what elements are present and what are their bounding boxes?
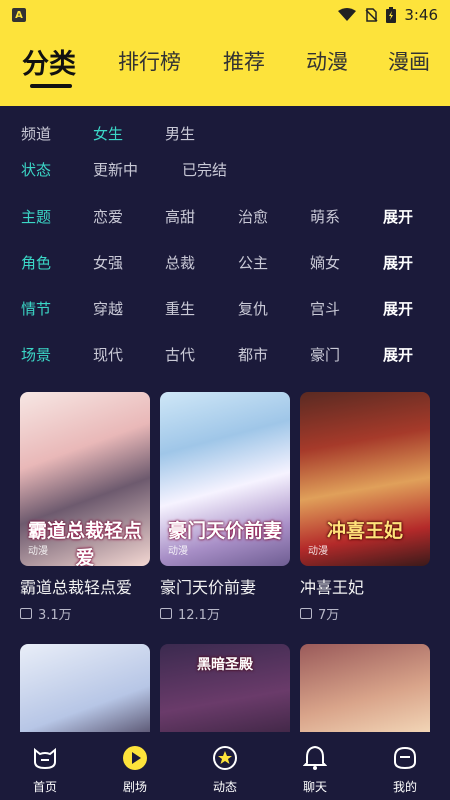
filter-label-state: 状态 [21, 161, 52, 179]
nav-label: 我的 [392, 780, 417, 794]
comic-count: 12.1万 [178, 608, 220, 623]
comment-icon [160, 608, 172, 619]
comic-card[interactable]: 豪门天价前妻 动漫 豪门天价前妻 12.1万 [160, 392, 292, 623]
filter-label-plot: 情节 [21, 300, 52, 318]
cover-title-text: 黑暗圣殿 [197, 657, 253, 673]
comic-title[interactable]: 冲喜王妃 [300, 574, 432, 598]
filter-option[interactable]: 公主 [238, 252, 268, 273]
expand-theme-button[interactable]: 展开 [383, 206, 413, 227]
active-tab-indicator [30, 84, 72, 88]
app-notification-icon: A [12, 8, 26, 22]
comic-title[interactable]: 豪门天价前妻 [160, 574, 292, 598]
comic-card[interactable]: 冲喜王妃 动漫 冲喜王妃 7万 [300, 392, 432, 623]
comment-icon [20, 608, 32, 619]
expand-scene-button[interactable]: 展开 [383, 344, 413, 365]
comment-icon [300, 608, 312, 619]
nav-label: 剧场 [122, 780, 147, 794]
tab-comics[interactable]: 漫画 [388, 46, 430, 76]
status-bar: A 3:46 [0, 0, 450, 30]
cover-title-text: 霸道总裁轻点爱 [27, 520, 142, 566]
comic-count: 3.1万 [38, 608, 72, 623]
expand-plot-button[interactable]: 展开 [383, 298, 413, 319]
home-cat-icon [31, 744, 59, 772]
comic-cover[interactable]: 豪门天价前妻 动漫 [160, 392, 290, 566]
tab-recommend[interactable]: 推荐 [223, 46, 265, 76]
filter-option[interactable]: 总裁 [165, 252, 195, 273]
expand-role-button[interactable]: 展开 [383, 252, 413, 273]
comic-cover[interactable]: 冲喜王妃 动漫 [300, 392, 430, 566]
filter-label-role: 角色 [21, 254, 52, 272]
battery-icon [386, 7, 397, 23]
tab-category[interactable]: 分类 [22, 42, 76, 81]
filter-option[interactable]: 古代 [165, 344, 195, 365]
status-time: 3:46 [404, 6, 438, 24]
tab-animation[interactable]: 动漫 [306, 46, 348, 76]
filter-option[interactable]: 都市 [238, 344, 268, 365]
nav-label: 动态 [212, 780, 237, 794]
top-tab-bar: 分类 排行榜 推荐 动漫 漫画 [0, 30, 450, 106]
nav-label: 聊天 [302, 780, 327, 794]
nav-label: 首页 [32, 780, 57, 794]
cover-tag: 动漫 [168, 546, 188, 557]
tab-ranking[interactable]: 排行榜 [118, 46, 181, 76]
filter-option[interactable]: 宫斗 [310, 298, 340, 319]
cover-title-text: 豪门天价前妻 [167, 520, 282, 542]
nav-feed[interactable]: 动态 [180, 732, 270, 800]
star-icon [211, 744, 239, 772]
filter-row-theme: 主题 恋爱 高甜 治愈 萌系 展开 [0, 206, 450, 230]
nav-theater[interactable]: 剧场 [90, 732, 180, 800]
comic-count: 7万 [318, 608, 340, 623]
comic-title[interactable]: 霸道总裁轻点爱 [20, 574, 152, 598]
filter-row-plot: 情节 穿越 重生 复仇 宫斗 展开 [0, 298, 450, 322]
filter-option[interactable]: 女强 [93, 252, 123, 273]
nav-home[interactable]: 首页 [0, 732, 90, 800]
filter-option[interactable]: 高甜 [165, 206, 195, 227]
nav-chat[interactable]: 聊天 [270, 732, 360, 800]
filter-option-female[interactable]: 女生 [93, 123, 123, 144]
nav-profile[interactable]: 我的 [360, 732, 450, 800]
no-sim-icon [365, 8, 378, 22]
comic-meta: 7万 [300, 604, 432, 623]
filter-label-channel: 频道 [21, 125, 52, 143]
cover-title-text: 冲喜王妃 [326, 520, 403, 542]
cover-tag: 动漫 [308, 546, 328, 557]
filter-row-channel: 频道 女生 男生 [0, 123, 450, 147]
profile-icon [391, 744, 419, 772]
comic-cover[interactable]: 霸道总裁轻点爱 动漫 [20, 392, 150, 566]
wifi-icon [338, 8, 357, 21]
filter-option[interactable]: 现代 [93, 344, 123, 365]
bell-icon [301, 744, 329, 772]
filter-option[interactable]: 恋爱 [93, 206, 123, 227]
comic-meta: 12.1万 [160, 604, 292, 623]
filter-option[interactable]: 重生 [165, 298, 195, 319]
comic-card[interactable]: 霸道总裁轻点爱 动漫 霸道总裁轻点爱 3.1万 [20, 392, 152, 623]
filter-option[interactable]: 治愈 [238, 206, 268, 227]
filter-option[interactable]: 嫡女 [310, 252, 340, 273]
filter-option[interactable]: 豪门 [310, 344, 340, 365]
filter-option-male[interactable]: 男生 [165, 123, 195, 144]
filter-label-theme: 主题 [21, 208, 52, 226]
comic-meta: 3.1万 [20, 604, 152, 623]
bottom-nav: 首页 剧场 动态 聊天 我的 [0, 732, 450, 800]
play-icon [121, 744, 149, 772]
filter-option-completed[interactable]: 已完结 [182, 159, 227, 180]
filter-row-scene: 场景 现代 古代 都市 豪门 展开 [0, 344, 450, 368]
filter-option-ongoing[interactable]: 更新中 [93, 159, 138, 180]
filter-option[interactable]: 复仇 [238, 298, 268, 319]
filter-option[interactable]: 穿越 [93, 298, 123, 319]
filter-row-role: 角色 女强 总裁 公主 嫡女 展开 [0, 252, 450, 276]
filter-option[interactable]: 萌系 [310, 206, 340, 227]
filter-label-scene: 场景 [21, 346, 52, 364]
cover-tag: 动漫 [28, 546, 48, 557]
filter-row-state: 状态 更新中 已完结 [0, 159, 450, 183]
